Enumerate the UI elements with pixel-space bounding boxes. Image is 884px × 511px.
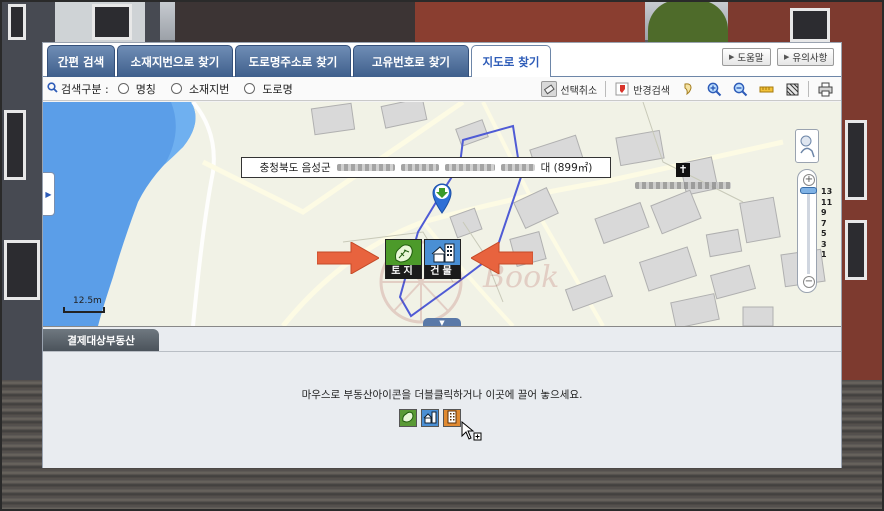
zoom-level-labels: 13 11 9 7 5 3 1 bbox=[821, 187, 833, 259]
tab-bar: 간편 검색 소재지번으로 찾기 도로명주소로 찾기 고유번호로 찾기 지도로 찾… bbox=[43, 43, 841, 78]
map-marker-icon[interactable] bbox=[429, 180, 455, 214]
zoom-out-tool-button[interactable] bbox=[728, 80, 752, 98]
building-icon bbox=[425, 240, 460, 265]
radio-name[interactable] bbox=[117, 83, 129, 94]
ruler-icon bbox=[758, 81, 774, 97]
masked-text bbox=[400, 164, 439, 171]
zoom-slider[interactable]: + − bbox=[797, 169, 817, 293]
radio-lot-number[interactable] bbox=[170, 83, 182, 94]
radio-road-name[interactable] bbox=[244, 83, 256, 94]
collapse-map-button[interactable]: ▼ bbox=[423, 318, 461, 326]
radio-lot-number-label: 소재지번 bbox=[188, 82, 230, 96]
notice-button[interactable]: ▶ 유의사항 bbox=[777, 48, 835, 66]
masked-text bbox=[336, 164, 395, 171]
zoom-in-button[interactable]: + bbox=[803, 174, 815, 186]
help-button[interactable]: ▶ 도움말 bbox=[722, 48, 771, 66]
building-icon bbox=[423, 410, 437, 427]
drop-apartment-icon[interactable] bbox=[443, 409, 461, 427]
church-icon: ✝ bbox=[676, 163, 690, 177]
pin-icon bbox=[680, 81, 696, 97]
masked-text bbox=[444, 164, 495, 171]
radio-name-label: 명칭 bbox=[135, 82, 156, 96]
address-label: 충청북도 음성군 대 (899㎡) bbox=[241, 157, 611, 178]
payment-property-panel: 결제대상부동산 마우스로 부동산아이콘을 더블클릭하거나 이곳에 끌어 놓으세요… bbox=[43, 326, 841, 468]
drop-land-icon[interactable] bbox=[399, 409, 417, 427]
search-kind-group: 검색구분 : 명칭 소재지번 도로명 bbox=[47, 81, 293, 97]
area-tool-button[interactable] bbox=[780, 80, 804, 98]
map-tools: 선택취소 반경검색 bbox=[537, 79, 837, 99]
zoom-control: + − 13 11 9 7 5 3 1 bbox=[795, 129, 835, 299]
zoom-out-button[interactable]: − bbox=[803, 276, 815, 288]
search-icon bbox=[47, 81, 58, 96]
radio-road-name-label: 도로명 bbox=[262, 82, 293, 96]
zoom-in-tool-button[interactable] bbox=[702, 80, 726, 98]
apartment-icon bbox=[445, 410, 459, 427]
pin-tool-button[interactable] bbox=[676, 80, 700, 98]
drop-instruction: 마우스로 부동산아이콘을 더블클릭하거나 이곳에 끌어 놓으세요. bbox=[301, 389, 583, 401]
masked-place-label bbox=[635, 182, 731, 189]
pointer-arrow-left bbox=[317, 242, 379, 274]
masked-text bbox=[500, 164, 535, 171]
app-window: 간편 검색 소재지번으로 찾기 도로명주소로 찾기 고유번호로 찾기 지도로 찾… bbox=[42, 42, 842, 468]
print-button[interactable] bbox=[813, 80, 837, 98]
street-view-button[interactable] bbox=[795, 129, 819, 163]
payment-property-tab[interactable]: 결제대상부동산 bbox=[43, 329, 159, 351]
zoom-in-icon bbox=[706, 81, 722, 97]
side-panel-toggle[interactable]: ▶ bbox=[43, 172, 55, 216]
cancel-selection-button[interactable]: 선택취소 bbox=[537, 80, 601, 98]
search-kind-label: 검색구분 : bbox=[61, 82, 109, 96]
distance-tool-button[interactable] bbox=[754, 80, 778, 98]
eraser-icon bbox=[541, 81, 558, 97]
tab-road-address-search[interactable]: 도로명주소로 찾기 bbox=[235, 45, 351, 77]
zoom-rail bbox=[807, 190, 810, 274]
radius-search-icon bbox=[614, 81, 630, 97]
map-view[interactable]: Book ▶ 충청북도 음성군 대 (899㎡) ✝ 토지 건물 + − 13 … bbox=[43, 102, 841, 326]
zoom-thumb[interactable] bbox=[800, 187, 817, 194]
tab-unique-number-search[interactable]: 고유번호로 찾기 bbox=[353, 45, 469, 77]
cursor-icon bbox=[461, 421, 482, 441]
scale-bar: 12.5m bbox=[63, 296, 105, 313]
zoom-out-icon bbox=[732, 81, 748, 97]
tab-map-search[interactable]: 지도로 찾기 bbox=[471, 45, 551, 78]
tab-simple-search[interactable]: 간편 검색 bbox=[47, 45, 115, 77]
area-icon bbox=[784, 81, 800, 97]
drop-building-icon[interactable] bbox=[421, 409, 439, 427]
pointer-arrow-right bbox=[471, 242, 533, 274]
toolbar: 검색구분 : 명칭 소재지번 도로명 선택취소 반경검색 bbox=[43, 77, 841, 101]
land-property-icon[interactable]: 토지 bbox=[385, 239, 422, 279]
land-icon bbox=[401, 410, 415, 427]
building-property-icon[interactable]: 건물 bbox=[424, 239, 461, 279]
land-icon bbox=[386, 240, 421, 265]
print-icon bbox=[817, 81, 833, 97]
tab-lot-number-search[interactable]: 소재지번으로 찾기 bbox=[117, 45, 233, 77]
radius-search-button[interactable]: 반경검색 bbox=[610, 80, 674, 98]
